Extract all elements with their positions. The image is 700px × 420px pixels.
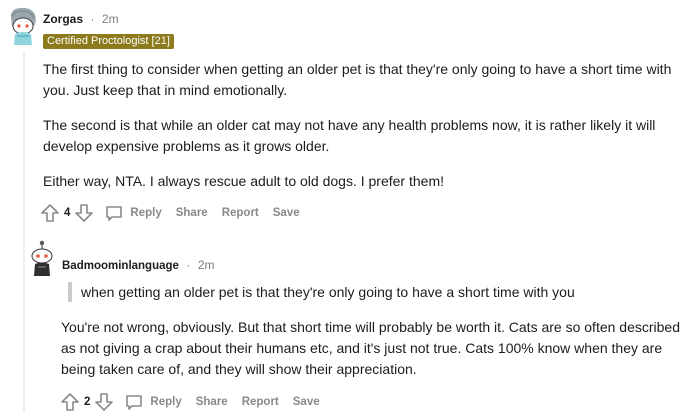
meta-separator: · [186, 258, 191, 272]
upvote-icon[interactable] [40, 203, 60, 223]
share-button[interactable]: Share [196, 396, 228, 408]
reply-label: Reply [150, 396, 182, 408]
blockquote-bar [68, 282, 72, 302]
comment-icon [126, 395, 143, 410]
comment-action-bar: 2 Reply Share Report Save [60, 391, 334, 413]
vote-score: 2 [84, 396, 91, 408]
report-button[interactable]: Report [242, 396, 279, 408]
save-button[interactable]: Save [273, 207, 300, 219]
reply-button[interactable]: Reply [104, 203, 162, 223]
save-button[interactable]: Save [293, 396, 320, 408]
reply-label: Reply [130, 207, 162, 219]
comment-timestamp[interactable]: 2m [198, 258, 215, 272]
user-avatar[interactable] [27, 240, 57, 278]
comment-paragraph: Either way, NTA. I always rescue adult t… [43, 173, 444, 189]
comment-paragraph: The second is that while an older cat ma… [43, 117, 656, 154]
downvote-icon[interactable] [74, 203, 94, 223]
comment-header: Zorgas · 2m [43, 10, 119, 28]
comment-header: Badmoominlanguage · 2m [62, 256, 215, 274]
username[interactable]: Zorgas [43, 12, 83, 26]
username[interactable]: Badmoominlanguage [62, 260, 179, 272]
blockquote-text: when getting an older pet is that they'r… [81, 284, 575, 300]
vote-score: 4 [64, 207, 71, 219]
user-avatar[interactable] [6, 6, 40, 46]
user-flair: Certified Proctologist [21] [43, 34, 174, 49]
comment-icon [106, 206, 123, 221]
snoo-avatar-icon [10, 7, 36, 45]
reply-button[interactable]: Reply [124, 392, 182, 412]
downvote-icon[interactable] [94, 392, 114, 412]
thread-line[interactable] [23, 52, 25, 412]
share-button[interactable]: Share [176, 207, 208, 219]
comment-paragraph: You're not wrong, obviously. But that sh… [61, 319, 680, 377]
report-button[interactable]: Report [222, 207, 259, 219]
upvote-icon[interactable] [60, 392, 80, 412]
meta-separator: · [90, 12, 95, 26]
comment-action-bar: 4 Reply Share Report Save [40, 202, 314, 224]
snoo-avatar-icon [31, 240, 53, 276]
comment-timestamp[interactable]: 2m [102, 12, 119, 26]
comment-paragraph: The first thing to consider when getting… [43, 61, 672, 98]
